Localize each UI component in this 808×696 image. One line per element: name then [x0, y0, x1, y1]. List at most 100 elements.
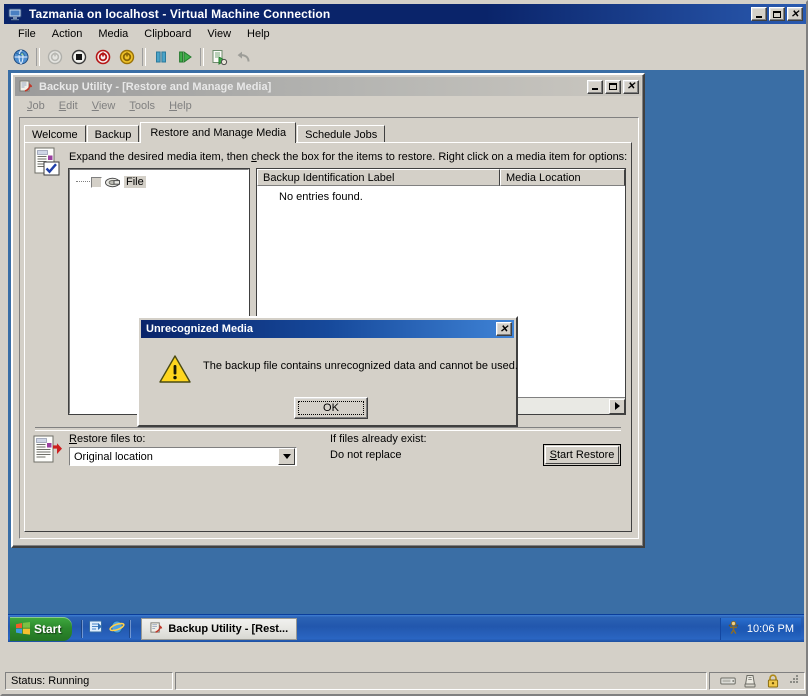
network-adapter-icon [743, 674, 759, 688]
guest-taskbar: Start Backup Utility - [Rest... 10:06 PM [8, 614, 804, 642]
host-maximize-button[interactable] [769, 7, 785, 21]
restore-location-combobox[interactable]: Original location [69, 447, 297, 466]
backup-utility-title-bar: Backup Utility - [Restore and Manage Med… [15, 77, 641, 96]
instruction-text: Expand the desired media item, then chec… [69, 151, 628, 163]
host-close-button[interactable]: ✕ [787, 7, 803, 21]
backup-utility-window-controls: ✕ [587, 79, 639, 94]
start-button[interactable]: Start [10, 616, 73, 641]
connect-icon[interactable] [9, 46, 33, 68]
backup-utility-icon [150, 621, 163, 637]
status-text: Status: Running [5, 672, 173, 690]
vm-additions-icon[interactable] [726, 620, 741, 638]
column-backup-identification-label[interactable]: Backup Identification Label [257, 169, 500, 186]
backup-menu-help[interactable]: Help [162, 98, 199, 114]
host-menu-bar: File Action Media Clipboard View Help [4, 24, 806, 44]
quick-launch-bar [78, 618, 135, 640]
virtual-machine-icon [8, 6, 24, 22]
backup-utility-menu-bar: Job Edit View Tools Help [16, 97, 640, 115]
dialog-title-text: Unrecognized Media [146, 323, 253, 335]
snapshot-icon[interactable] [207, 46, 231, 68]
lock-icon [766, 674, 782, 688]
warning-triangle-icon [159, 354, 191, 384]
taskbar-clock[interactable]: 10:06 PM [747, 623, 794, 635]
dialog-close-button[interactable]: ✕ [496, 322, 512, 336]
backup-close-button[interactable]: ✕ [623, 79, 639, 94]
if-files-exist-label: If files already exist: [330, 433, 427, 445]
save-icon[interactable] [115, 46, 139, 68]
pause-icon[interactable] [149, 46, 173, 68]
turn-off-icon[interactable] [91, 46, 115, 68]
media-file-icon [105, 177, 120, 188]
restore-location-value: Original location [74, 450, 153, 463]
show-desktop-icon[interactable] [88, 619, 104, 638]
backup-minimize-button[interactable] [587, 79, 603, 94]
tab-backup[interactable]: Backup [86, 125, 140, 143]
tab-restore-manage-media[interactable]: Restore and Manage Media [140, 122, 297, 143]
menu-clipboard[interactable]: Clipboard [136, 26, 199, 42]
menu-help[interactable]: Help [239, 26, 278, 42]
toolbar-separator [36, 48, 40, 66]
start-restore-button-label: Start Restore [545, 446, 619, 464]
backup-utility-title-text: Backup Utility - [Restore and Manage Med… [39, 80, 272, 93]
tab-strip: Welcome Backup Restore and Manage Media … [24, 122, 386, 143]
backup-menu-edit[interactable]: Edit [52, 98, 85, 114]
status-middle-pane [175, 672, 707, 690]
start-restore-button[interactable]: Start Restore [543, 444, 621, 466]
restore-document-icon [33, 435, 63, 467]
menu-media[interactable]: Media [90, 26, 136, 42]
resume-icon[interactable] [173, 46, 197, 68]
tree-item-file[interactable]: File [70, 174, 248, 190]
toolbar-separator [200, 48, 204, 66]
revert-icon[interactable] [231, 46, 255, 68]
windows-flag-icon [16, 622, 30, 635]
section-divider [35, 427, 621, 431]
unrecognized-media-dialog: Unrecognized Media ✕ The backup file con… [137, 316, 518, 427]
tree-item-checkbox[interactable] [91, 176, 102, 188]
dialog-message-text: The backup file contains unrecognized da… [203, 360, 518, 372]
backup-menu-view[interactable]: View [85, 98, 123, 114]
dialog-ok-button[interactable]: OK [294, 397, 368, 419]
dialog-title-bar: Unrecognized Media ✕ [141, 320, 514, 338]
start-button-label: Start [34, 621, 62, 636]
host-window-controls: ✕ [751, 7, 804, 21]
system-tray: 10:06 PM [719, 617, 801, 640]
backup-utility-window: Backup Utility - [Restore and Manage Med… [11, 73, 645, 548]
tree-connector [76, 181, 90, 183]
restore-files-to-label: Restore files to: [69, 433, 146, 445]
menu-file[interactable]: File [10, 26, 44, 42]
host-toolbar [4, 44, 806, 70]
chevron-down-icon[interactable] [278, 448, 295, 465]
status-icons-pane [709, 672, 805, 690]
virtual-machine-connection-window: Tazmania on localhost - Virtual Machine … [0, 0, 808, 696]
host-title-text: Tazmania on localhost - Virtual Machine … [29, 7, 331, 21]
tab-welcome[interactable]: Welcome [24, 125, 86, 143]
host-minimize-button[interactable] [751, 7, 767, 21]
dialog-ok-label: OK [298, 401, 364, 415]
scroll-right-button[interactable] [609, 398, 625, 414]
backup-menu-tools[interactable]: Tools [122, 98, 162, 114]
internet-explorer-icon[interactable] [109, 619, 125, 638]
toolbar-separator [142, 48, 146, 66]
quick-launch-separator [130, 619, 132, 638]
host-status-bar: Status: Running [4, 670, 806, 692]
backup-maximize-button[interactable] [605, 79, 621, 94]
guest-desktop[interactable]: Backup Utility - [Restore and Manage Med… [8, 70, 804, 642]
backup-utility-icon [19, 79, 35, 95]
list-empty-message: No entries found. [279, 191, 363, 203]
quick-launch-separator [82, 619, 84, 638]
power-on-icon[interactable] [43, 46, 67, 68]
host-title-bar: Tazmania on localhost - Virtual Machine … [4, 4, 806, 24]
if-files-exist-value: Do not replace [330, 449, 402, 461]
backup-menu-job[interactable]: Job [20, 98, 52, 114]
menu-view[interactable]: View [199, 26, 239, 42]
resize-grip-icon[interactable] [789, 674, 799, 688]
media-checklist-icon [33, 147, 61, 177]
floppy-drive-icon [720, 674, 736, 688]
task-list: Backup Utility - [Rest... [141, 617, 298, 640]
column-media-location[interactable]: Media Location [500, 169, 625, 186]
taskbar-item-label: Backup Utility - [Rest... [168, 622, 289, 635]
menu-action[interactable]: Action [44, 26, 91, 42]
shut-down-icon[interactable] [67, 46, 91, 68]
tab-schedule-jobs[interactable]: Schedule Jobs [297, 125, 386, 143]
taskbar-item-backup-utility[interactable]: Backup Utility - [Rest... [141, 617, 298, 640]
